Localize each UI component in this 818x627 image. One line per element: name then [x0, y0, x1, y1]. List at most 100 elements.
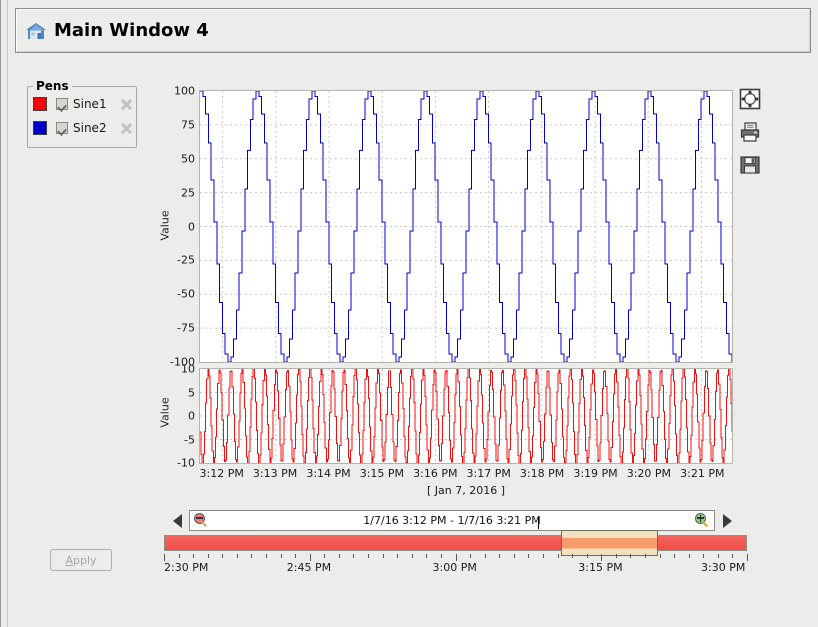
- timeline-tick: [295, 554, 297, 558]
- home-icon: [25, 21, 47, 41]
- y-tick-label: -25: [177, 253, 195, 267]
- timeline-tick: [601, 554, 603, 561]
- timeline-tick: [513, 554, 515, 558]
- x-tick-label: 3:21 PM: [680, 467, 725, 480]
- pen-label: Sine1: [73, 97, 107, 111]
- timeline-tick: [732, 554, 734, 558]
- timeline-tick: [688, 554, 690, 558]
- timeline-tick: [659, 554, 661, 558]
- top-chart-y-axis-title: Value: [158, 210, 172, 241]
- main-window: Main Window 4 Pens Sine1 Sine2 Value 100…: [0, 0, 818, 627]
- zoom-in-icon[interactable]: [695, 513, 710, 528]
- timeline-selection-thumb[interactable]: [561, 530, 658, 556]
- timeline-tick: [674, 554, 676, 558]
- pen-label: Sine2: [73, 121, 107, 135]
- pens-panel-label: Pens: [33, 79, 72, 93]
- timeline-tick: [236, 554, 238, 558]
- x-tick-label: 3:16 PM: [413, 467, 458, 480]
- page-title: Main Window 4: [54, 20, 209, 41]
- x-tick-label: 3:12 PM: [199, 467, 244, 480]
- timeline-tick: [470, 554, 472, 558]
- bottom-chart-y-ticks: 10 5 0 -5 -10: [151, 363, 195, 470]
- timeline-tick: [266, 554, 268, 558]
- x-tick-label: 3:19 PM: [573, 467, 618, 480]
- timeline-tick: [193, 554, 195, 558]
- y-tick-label: -10: [177, 456, 195, 470]
- x-tick-label: 3:20 PM: [626, 467, 672, 480]
- timeline-tick: [747, 554, 748, 561]
- timeline-tick: [644, 554, 646, 558]
- apply-button-label: Apply: [65, 554, 96, 567]
- pen-row[interactable]: Sine2: [33, 118, 133, 138]
- timeline-tick: [338, 554, 340, 558]
- x-tick-label: 3:14 PM: [306, 467, 351, 480]
- window-title-bar: Main Window 4: [15, 8, 811, 53]
- pen-visibility-checkbox[interactable]: [56, 98, 68, 110]
- x-axis-tick-labels: 3:12 PM 3:13 PM 3:14 PM 3:15 PM 3:16 PM 3:17 …: [199, 467, 733, 481]
- apply-mnemonic: A: [65, 553, 73, 567]
- top-chart-plot-area: [199, 90, 733, 363]
- timeline-tick: [397, 554, 399, 558]
- apply-rest: pply: [73, 553, 97, 567]
- range-input[interactable]: 1/7/16 3:12 PM - 1/7/16 3:21 PM: [189, 510, 715, 531]
- range-prev-arrow-icon[interactable]: [171, 511, 184, 530]
- timeline-label: 3:30 PM: [701, 561, 746, 574]
- x-tick-label: 3:13 PM: [252, 467, 298, 480]
- close-x-icon[interactable]: [120, 98, 133, 111]
- window-left-edge: [1, 0, 8, 627]
- pen-color-swatch[interactable]: [33, 121, 47, 135]
- zoom-out-icon[interactable]: [194, 513, 209, 528]
- fullscreen-icon[interactable]: [739, 88, 761, 110]
- timeline-tick: [615, 554, 617, 558]
- bottom-chart-plot-area: [199, 368, 733, 464]
- y-tick-label: 75: [181, 118, 195, 132]
- bottom-chart-y-axis-title: Value: [158, 397, 172, 428]
- y-tick-label: -100: [170, 355, 195, 369]
- y-tick-label: -75: [177, 321, 195, 335]
- timeline-label: 3:00 PM: [432, 561, 477, 574]
- pen-row[interactable]: Sine1: [33, 94, 133, 114]
- timeline-tick: [222, 554, 224, 558]
- timeline-label: 2:45 PM: [286, 561, 332, 574]
- y-tick-label: 5: [188, 386, 195, 399]
- x-tick-label: 3:17 PM: [466, 467, 511, 480]
- timeline-tick: [382, 554, 384, 558]
- print-icon[interactable]: [739, 121, 761, 143]
- timeline-tick: [586, 554, 588, 558]
- timeline-tick: [309, 554, 311, 561]
- timeline-tick: [703, 554, 705, 558]
- timeline-tick: [411, 554, 413, 558]
- timeline-slider[interactable]: [164, 530, 747, 556]
- x-axis-date-caption: [ Jan 7, 2016 ]: [426, 484, 506, 497]
- x-tick-label: 3:18 PM: [519, 467, 565, 480]
- apply-button[interactable]: Apply: [50, 549, 112, 571]
- timeline-tick: [572, 554, 574, 558]
- timeline-tick: [557, 554, 559, 558]
- timeline-tick: [499, 554, 501, 558]
- close-x-icon[interactable]: [120, 122, 133, 135]
- timeline-tick: [353, 554, 355, 558]
- pen-visibility-checkbox[interactable]: [56, 122, 68, 134]
- timeline-tick: [630, 554, 632, 558]
- pen-color-swatch[interactable]: [33, 97, 47, 111]
- timeline-track[interactable]: [164, 535, 747, 551]
- timeline-tick: [426, 554, 428, 558]
- y-tick-label: -5: [184, 433, 195, 446]
- chart-toolbar: [739, 88, 765, 187]
- save-icon[interactable]: [739, 154, 761, 176]
- timeline-tick: [368, 554, 370, 558]
- timeline-tick: [251, 554, 253, 558]
- pens-panel: Pens Sine1 Sine2: [27, 79, 137, 148]
- range-next-arrow-icon[interactable]: [720, 511, 733, 530]
- y-tick-label: 0: [188, 220, 195, 233]
- timeline-tick: [542, 554, 544, 558]
- y-tick-label: 100: [174, 84, 195, 98]
- timeline-tick: [528, 554, 530, 558]
- range-value-text: 1/7/16 3:12 PM - 1/7/16 3:21 PM: [209, 514, 695, 529]
- y-tick-label: 10: [181, 362, 195, 376]
- y-tick-label: 0: [188, 409, 195, 423]
- x-tick-label: 3:15 PM: [359, 467, 405, 480]
- timeline-label: 2:30 PM: [164, 561, 209, 574]
- timeline-tick: [178, 554, 180, 558]
- timeline-tick: [717, 554, 719, 558]
